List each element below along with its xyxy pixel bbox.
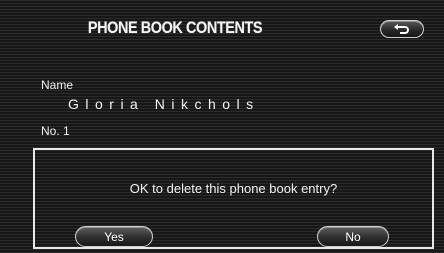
- phone-book-screen: PHONE BOOK CONTENTS Name Gloria Nikchols…: [0, 0, 444, 253]
- no-button[interactable]: No: [317, 226, 389, 247]
- page-title: PHONE BOOK CONTENTS: [87, 18, 263, 37]
- back-arrow-icon: [393, 23, 411, 35]
- yes-button[interactable]: Yes: [75, 226, 153, 247]
- dialog-message: OK to delete this phone book entry?: [129, 181, 338, 196]
- back-button[interactable]: [380, 20, 424, 38]
- delete-confirm-dialog: OK to delete this phone book entry? Yes …: [33, 148, 434, 249]
- number-label: No. 1: [41, 124, 70, 138]
- name-label: Name: [41, 78, 74, 92]
- name-value: Gloria Nikchols: [68, 96, 260, 112]
